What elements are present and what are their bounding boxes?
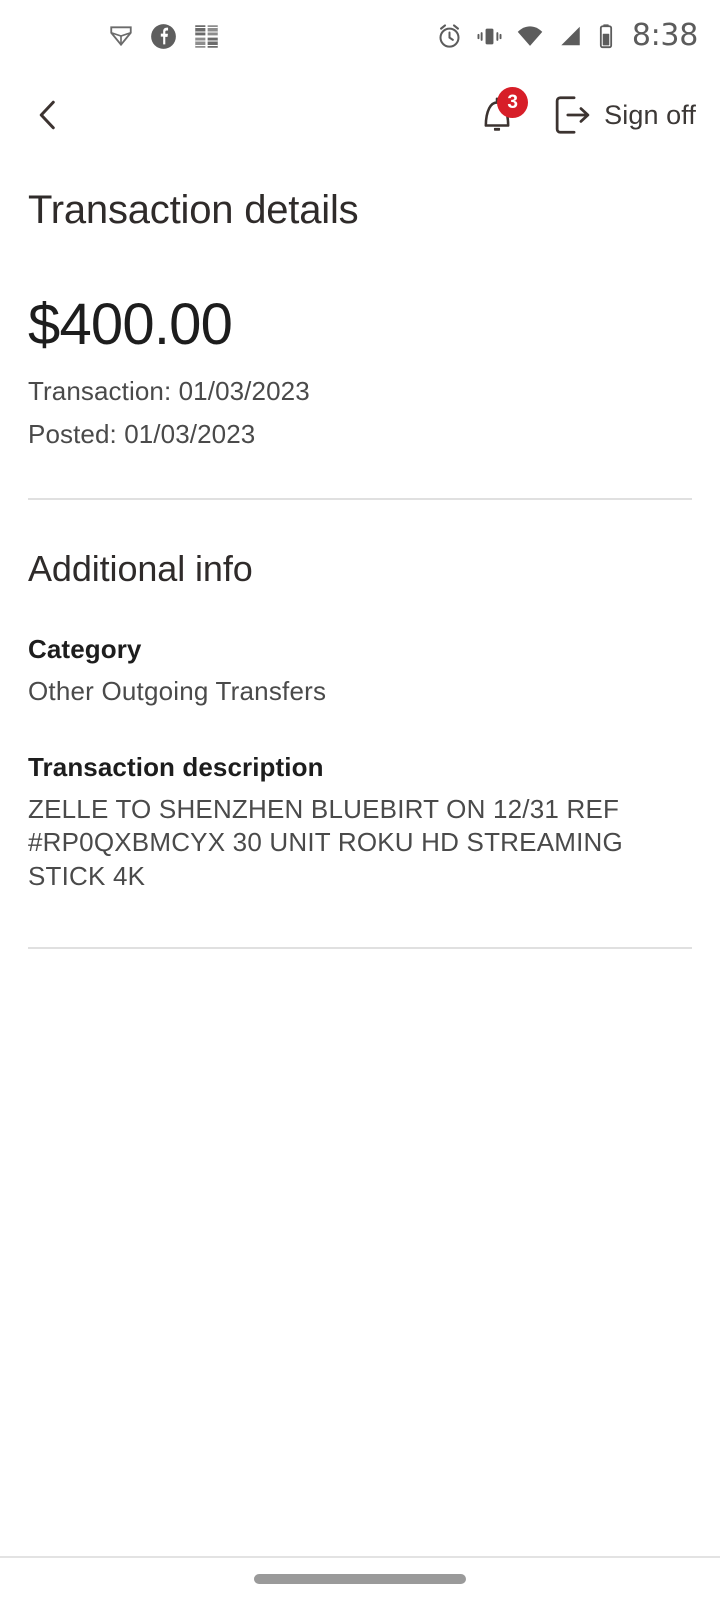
page-title: Transaction details: [28, 188, 359, 232]
cellular-signal-icon: [561, 26, 580, 46]
app-notification-shield-icon: [110, 26, 132, 47]
battery-icon: [599, 23, 612, 48]
status-bar-system-icons: 8:38: [436, 21, 698, 51]
section-divider-bottom: [28, 946, 692, 949]
additional-info-title: Additional info: [28, 547, 253, 589]
wifi-icon: [517, 26, 543, 46]
sign-off-label: Sign off: [604, 99, 696, 130]
alarm-clock-icon: [439, 23, 460, 48]
system-gesture-bar: [0, 1556, 720, 1600]
field-value: ZELLE TO SHENZHEN BLUEBIRT ON 12/31 REF …: [28, 794, 623, 891]
posted-date: Posted: 01/03/2023: [28, 418, 256, 449]
sign-off-icon: [555, 96, 590, 134]
app-notification-squares-icon: [195, 24, 218, 48]
notifications-button[interactable]: 3: [471, 87, 529, 143]
facebook-notification-icon: [151, 23, 176, 49]
transaction-date: Transaction: 01/03/2023: [28, 375, 310, 406]
status-bar: 8:38: [0, 0, 720, 72]
vibrate-mode-icon: [477, 28, 502, 44]
sign-off-button[interactable]: Sign off: [553, 94, 696, 136]
field-label: Transaction description: [28, 752, 324, 783]
home-gesture-pill[interactable]: [254, 1574, 466, 1584]
field-transaction-description: Transaction description ZELLE TO SHENZHE…: [28, 752, 692, 893]
section-divider-top: [28, 497, 692, 500]
navigation-bar: 3 Sign off: [0, 72, 720, 158]
chevron-left-icon: [39, 100, 55, 130]
back-button[interactable]: [30, 88, 84, 142]
main-content: Transaction details $400.00 Transaction:…: [0, 188, 720, 949]
notification-count-badge: 3: [497, 87, 529, 118]
navigation-actions: 3 Sign off: [471, 87, 696, 143]
field-value: Other Outgoing Transfers: [28, 675, 327, 706]
status-bar-clock: 8:38: [631, 18, 698, 53]
status-bar-notification-icons: [108, 23, 220, 50]
field-label: Category: [28, 633, 142, 664]
transaction-amount: $400.00: [28, 292, 233, 357]
field-category: Category Other Outgoing Transfers: [28, 634, 692, 708]
